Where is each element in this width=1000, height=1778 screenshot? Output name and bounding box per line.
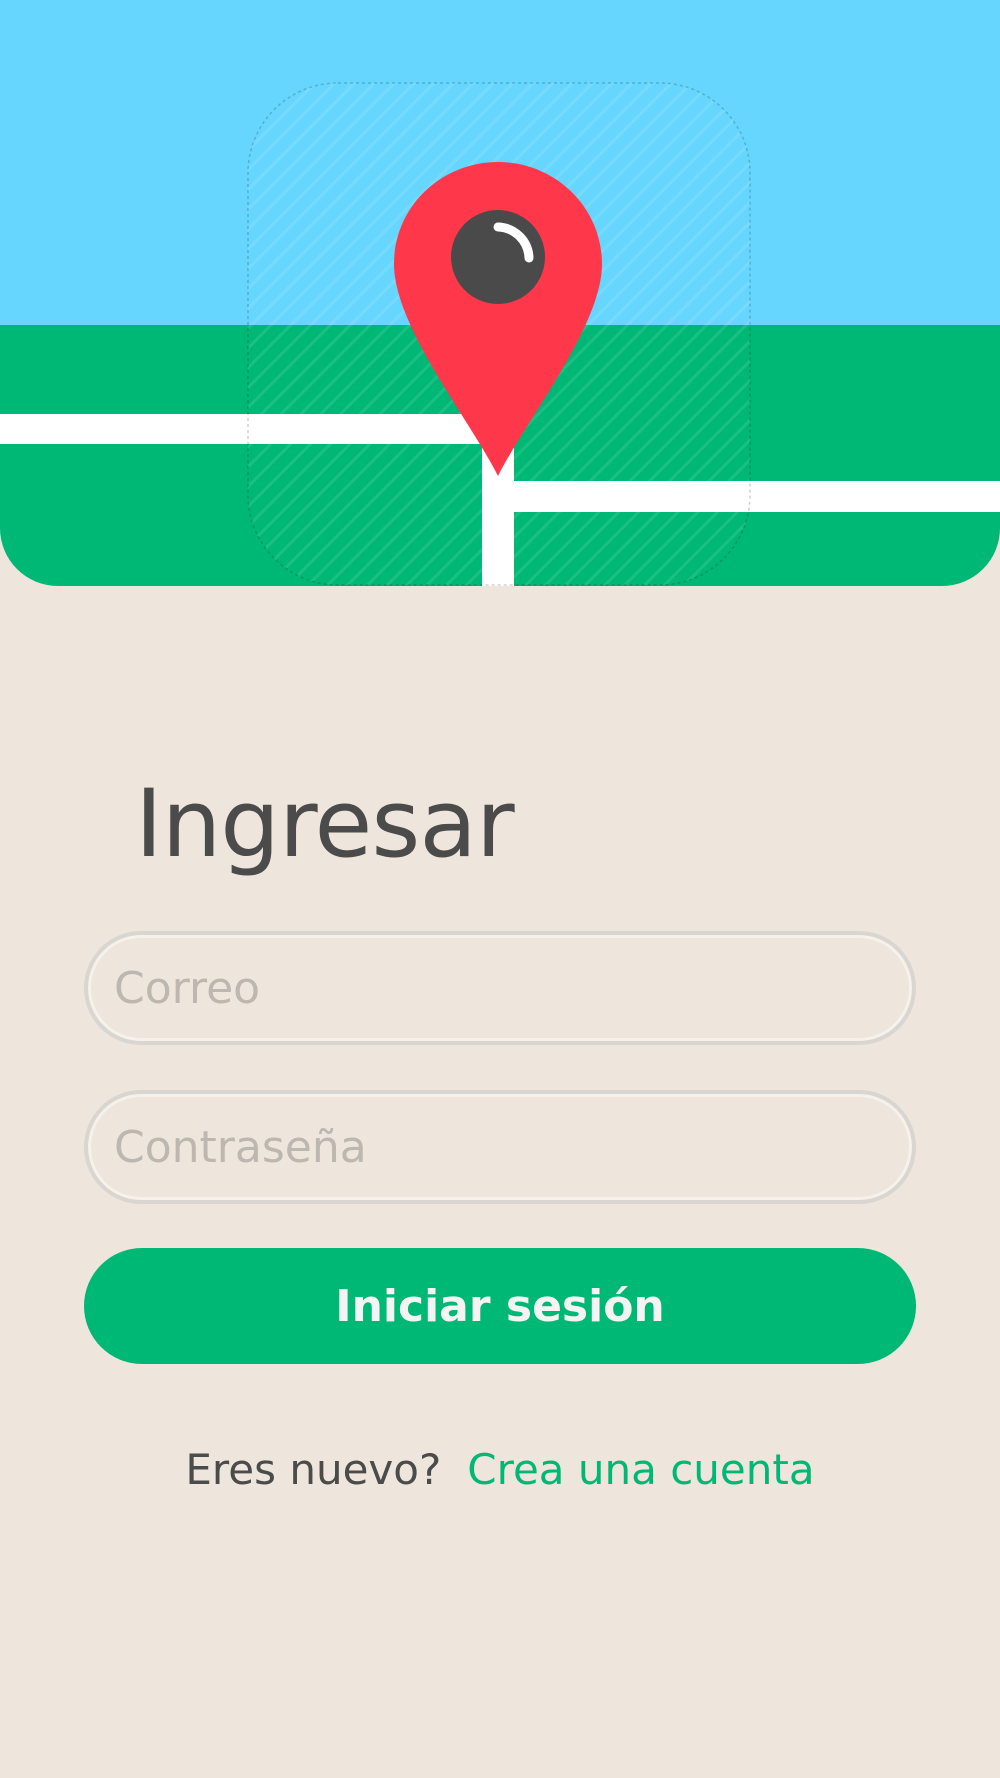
map-header-illustration xyxy=(0,0,1000,586)
login-screen: Ingresar Iniciar sesión Eres nuevo? Crea … xyxy=(0,0,1000,1778)
create-account-link[interactable]: Crea una cuenta xyxy=(467,1445,814,1494)
password-field[interactable] xyxy=(84,1090,916,1204)
map-illustration xyxy=(0,0,1000,586)
login-button[interactable]: Iniciar sesión xyxy=(84,1248,916,1364)
email-field[interactable] xyxy=(84,931,916,1045)
signup-prompt: Eres nuevo? Crea una cuenta xyxy=(0,1440,1000,1500)
page-title: Ingresar xyxy=(135,770,515,879)
signup-question: Eres nuevo? xyxy=(185,1445,442,1494)
